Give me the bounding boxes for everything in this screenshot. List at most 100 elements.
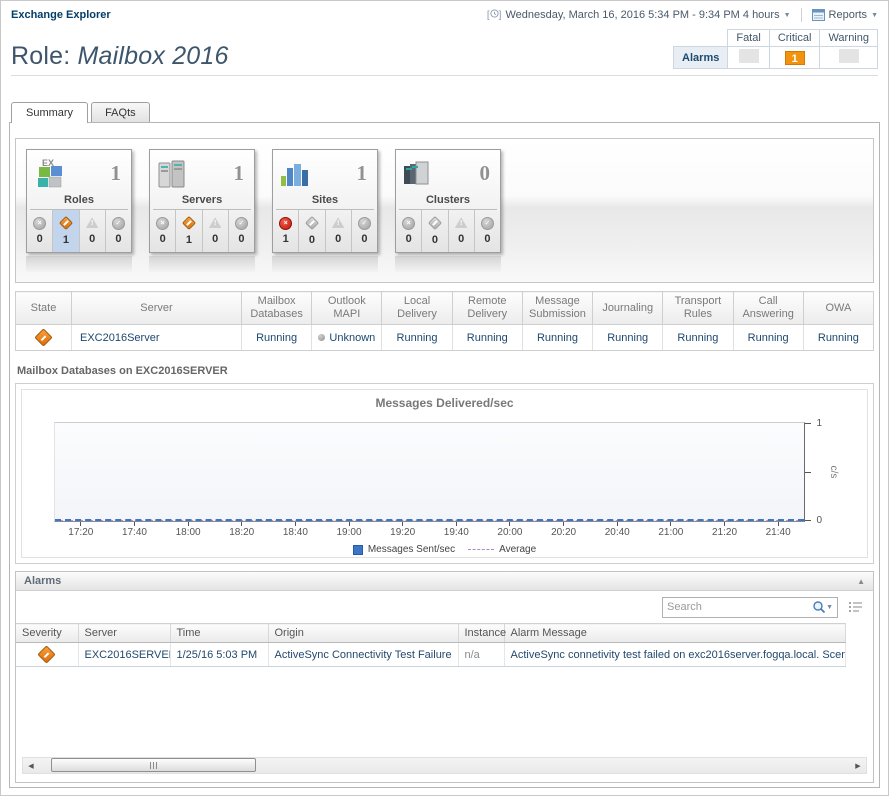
x-tick-label: 18:20: [215, 522, 269, 538]
x-tick-label: 18:40: [269, 522, 323, 538]
servers-label: Servers: [153, 194, 251, 210]
exchange-roles-icon: EX: [33, 157, 67, 190]
chevron-down-icon: ▼: [784, 12, 791, 19]
alarm-summary-col-warning: Warning: [820, 30, 878, 47]
tile-reflection: [149, 256, 255, 272]
tile-clusters-wrap: 0 Clusters ×0 0 !0 ✓0: [395, 149, 501, 272]
alarm-time: 1/25/16 5:03 PM: [170, 643, 268, 667]
col-origin[interactable]: Origin: [268, 624, 458, 643]
col-server: Server: [72, 292, 242, 325]
server-row[interactable]: EXC2016Server Running Unknown Running Ru…: [16, 325, 874, 351]
legend-label-average: Average: [499, 544, 536, 555]
title-row: Role: Mailbox 2016 Fatal Critical Warnin…: [1, 29, 888, 71]
search-options-arrow[interactable]: ▼: [826, 604, 833, 611]
unknown-status-dot: [318, 334, 325, 341]
tab-faqts[interactable]: FAQts: [91, 102, 150, 122]
mailbox-databases-chart-panel: Messages Delivered/sec 1 0 c/s 17:2017:4…: [15, 383, 874, 564]
remote-delivery-status: Running: [452, 325, 522, 351]
alarm-server: EXC2016SERVER: [78, 643, 170, 667]
sites-fatal-cell[interactable]: ×1: [273, 210, 299, 252]
normal-icon: ✓: [112, 217, 125, 230]
title-divider: [11, 75, 878, 76]
search-input[interactable]: [667, 601, 812, 613]
critical-count-badge[interactable]: 1: [785, 51, 805, 65]
search-icon[interactable]: [812, 600, 826, 614]
servers-normal-cell[interactable]: ✓0: [229, 210, 254, 252]
report-icon: [812, 9, 825, 21]
col-outlook-mapi: Outlook MAPI: [312, 292, 382, 325]
chart-plot-area[interactable]: 1 0 c/s: [54, 422, 805, 522]
series-line-messages: [55, 519, 804, 521]
clusters-normal-cell[interactable]: ✓0: [475, 210, 500, 252]
journaling-status: Running: [593, 325, 663, 351]
roles-count: 1: [111, 161, 122, 186]
col-remote-delivery: Remote Delivery: [452, 292, 522, 325]
col-instance[interactable]: Instance: [458, 624, 504, 643]
collapse-icon[interactable]: ▲: [857, 577, 865, 586]
sites-warning-cell[interactable]: !0: [326, 210, 352, 252]
alarms-table-header-row: Severity Server Time Origin Instance Ala…: [16, 624, 846, 643]
servers-critical-cell[interactable]: 1: [176, 210, 202, 252]
mailbox-databases-status: Running: [242, 325, 312, 351]
summary-tab-content: EX 1 Roles ×0 1 !0 ✓0: [9, 122, 880, 788]
alarm-summary-corner: [674, 30, 728, 47]
sites-critical-cell[interactable]: 0: [299, 210, 325, 252]
col-severity[interactable]: Severity: [16, 624, 78, 643]
y-tick-min: 0: [816, 515, 822, 526]
alarm-summary-table: Fatal Critical Warning Alarms 1: [673, 29, 878, 69]
scrollbar-track[interactable]: [39, 758, 850, 773]
chart-legend: Messages Sent/sec Average: [22, 544, 867, 555]
x-tick-label: 21:40: [751, 522, 805, 538]
fatal-count-badge[interactable]: [739, 49, 759, 63]
roles-warning-cell[interactable]: !0: [80, 210, 106, 252]
tile-reflection: [272, 256, 378, 272]
scroll-right-button[interactable]: ▶: [850, 762, 866, 770]
alarm-origin: ActiveSync Connectivity Test Failure: [268, 643, 458, 667]
y-axis-label: c/s: [828, 466, 839, 479]
y-tick-mark: [805, 520, 811, 521]
sites-normal-cell[interactable]: ✓0: [352, 210, 377, 252]
chart-title: Messages Delivered/sec: [22, 396, 867, 410]
tile-clusters[interactable]: 0 Clusters ×0 0 !0 ✓0: [395, 149, 501, 253]
clusters-warning-cell[interactable]: !0: [449, 210, 475, 252]
col-alarm-message[interactable]: Alarm Message: [504, 624, 846, 643]
scroll-left-button[interactable]: ◀: [23, 762, 39, 770]
y-tick-max: 1: [816, 418, 822, 429]
alarms-panel-header[interactable]: Alarms ▲: [16, 572, 873, 591]
alarms-panel: Alarms ▲ ▼ Severity Server: [15, 571, 874, 783]
clusters-fatal-cell[interactable]: ×0: [396, 210, 422, 252]
warning-count-badge[interactable]: [839, 49, 859, 63]
horizontal-scrollbar[interactable]: ◀ ▶: [22, 757, 867, 774]
roles-critical-cell[interactable]: 1: [53, 210, 79, 252]
alarm-row[interactable]: EXC2016SERVER 1/25/16 5:03 PM ActiveSync…: [16, 643, 846, 667]
chevron-down-icon: ▼: [871, 12, 878, 19]
servers-warning-cell[interactable]: !0: [203, 210, 229, 252]
breadcrumb[interactable]: Exchange Explorer: [11, 9, 111, 21]
tile-roles[interactable]: EX 1 Roles ×0 1 !0 ✓0: [26, 149, 132, 253]
reports-menu[interactable]: Reports ▼: [812, 9, 878, 21]
clusters-critical-cell[interactable]: 0: [422, 210, 448, 252]
servers-fatal-cell[interactable]: ×0: [150, 210, 176, 252]
scrollbar-thumb[interactable]: [51, 758, 256, 772]
reports-label: Reports: [829, 9, 868, 21]
tile-servers-wrap: 1 Servers ×0 1 !0 ✓0: [149, 149, 255, 272]
roles-fatal-cell[interactable]: ×0: [27, 210, 53, 252]
alarms-toolbar: ▼: [16, 591, 873, 623]
tile-servers[interactable]: 1 Servers ×0 1 !0 ✓0: [149, 149, 255, 253]
roles-normal-cell[interactable]: ✓0: [106, 210, 131, 252]
customizer-icon[interactable]: [848, 601, 863, 613]
transport-rules-status: Running: [663, 325, 733, 351]
server-name[interactable]: EXC2016Server: [72, 325, 242, 351]
divider: [801, 8, 802, 22]
y-tick-mark: [805, 423, 811, 424]
col-time[interactable]: Time: [170, 624, 268, 643]
tile-reflection: [395, 256, 501, 272]
col-alarm-server[interactable]: Server: [78, 624, 170, 643]
sites-count: 1: [357, 161, 368, 186]
x-tick-label: 20:40: [590, 522, 644, 538]
time-range-selector[interactable]: [] Wednesday, March 16, 2016 5:34 PM - 9…: [487, 9, 791, 21]
tile-sites[interactable]: 1 Sites ×1 0 !0 ✓0: [272, 149, 378, 253]
tab-summary[interactable]: Summary: [11, 102, 88, 123]
warning-icon: !: [209, 217, 222, 228]
legend-dash-average: [468, 549, 494, 550]
